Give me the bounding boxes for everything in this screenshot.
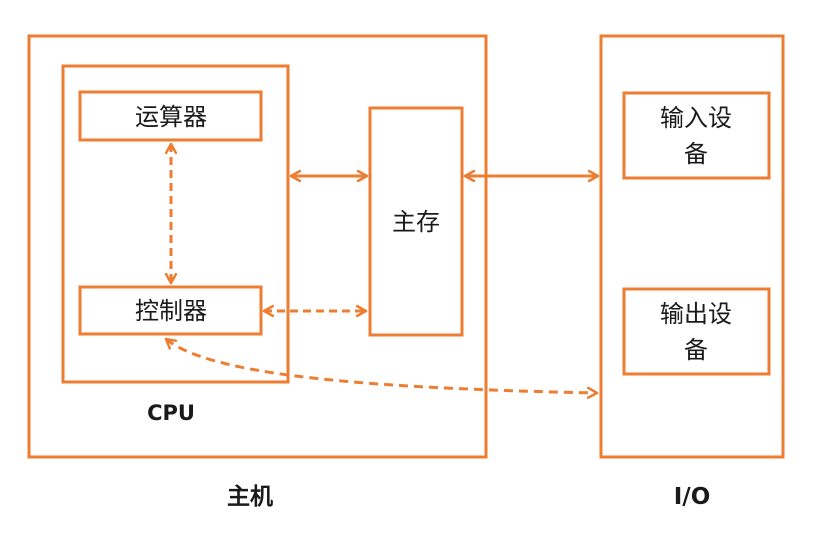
io-box (599, 34, 785, 459)
host-box (27, 34, 488, 459)
input-device-label-line1: 输入设 (660, 104, 732, 132)
input-device-label-line2: 备 (684, 140, 708, 168)
control-unit-label: 控制器 (135, 297, 207, 325)
output-device-label-line2: 备 (684, 336, 708, 364)
alu-label: 运算器 (135, 103, 207, 131)
control-io-arrow (166, 339, 597, 393)
main-memory-label: 主存 (392, 208, 440, 236)
computer-architecture-diagram: 运算器 控制器 主存 CPU 主机 I/O 输入设 备 输出设 备 (27, 34, 785, 510)
io-label: I/O (674, 484, 711, 510)
output-device-label-line1: 输出设 (660, 300, 732, 328)
cpu-label: CPU (147, 401, 195, 425)
host-label: 主机 (227, 484, 273, 510)
